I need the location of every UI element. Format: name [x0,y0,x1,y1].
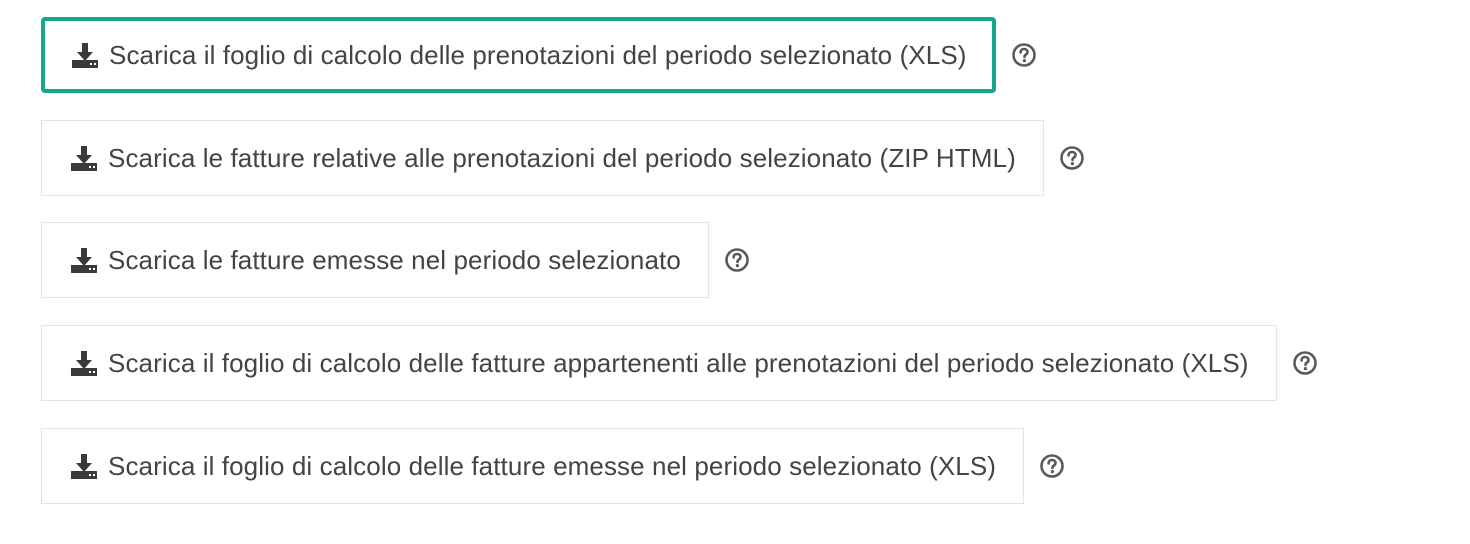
download-issued-invoices-button[interactable]: Scarica le fatture emesse nel periodo se… [41,222,709,298]
help-icon[interactable] [1039,453,1065,479]
download-icon [72,43,98,68]
download-label: Scarica le fatture emesse nel periodo se… [108,244,681,275]
download-row: Scarica il foglio di calcolo delle preno… [41,17,1037,93]
download-label: Scarica il foglio di calcolo delle preno… [109,39,967,70]
help-icon[interactable] [1292,350,1318,376]
download-icon [71,146,97,171]
download-icon [71,248,97,273]
download-label: Scarica il foglio di calcolo delle fattu… [108,347,1249,378]
download-row: Scarica il foglio di calcolo delle fattu… [41,325,1318,401]
help-icon[interactable] [1011,42,1037,68]
download-booking-invoices-xls-button[interactable]: Scarica il foglio di calcolo delle fattu… [41,325,1277,401]
download-row: Scarica il foglio di calcolo delle fattu… [41,428,1065,504]
downloads-panel: Scarica il foglio di calcolo delle preno… [0,0,1470,544]
download-icon [71,454,97,479]
download-row: Scarica le fatture relative alle prenota… [41,120,1085,196]
download-row: Scarica le fatture emesse nel periodo se… [41,222,750,298]
download-invoices-zip-button[interactable]: Scarica le fatture relative alle prenota… [41,120,1044,196]
download-label: Scarica il foglio di calcolo delle fattu… [108,450,997,481]
download-icon [71,351,97,376]
help-icon[interactable] [1059,145,1085,171]
download-bookings-xls-button[interactable]: Scarica il foglio di calcolo delle preno… [41,17,996,93]
help-icon[interactable] [724,247,750,273]
download-issued-invoices-xls-button[interactable]: Scarica il foglio di calcolo delle fattu… [41,428,1025,504]
download-label: Scarica le fatture relative alle prenota… [108,142,1016,173]
